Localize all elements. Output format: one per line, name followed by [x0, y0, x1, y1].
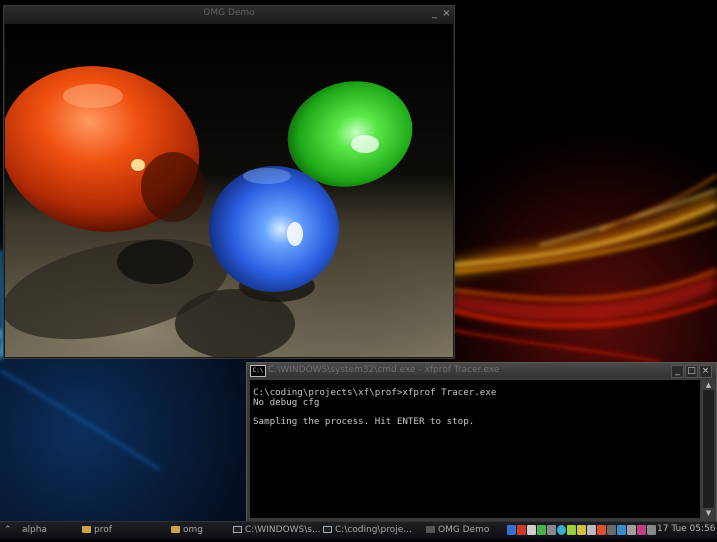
taskbar: ⌃ alpha prof omg C:\WINDOWS\s... C:\codi… — [0, 521, 717, 539]
tray-icon-15[interactable] — [647, 525, 656, 535]
task-omg-demo[interactable]: OMG Demo — [426, 524, 502, 537]
blue-sphere-highlight — [287, 222, 303, 246]
task-cmd-windows[interactable]: C:\WINDOWS\s... — [233, 524, 323, 537]
console-maximize-button[interactable]: □ — [685, 365, 698, 378]
tray-icon-6[interactable] — [557, 525, 566, 535]
task-cmd-coding[interactable]: C:\coding\proje... — [323, 524, 413, 537]
minimize-button[interactable]: _ — [429, 8, 440, 19]
blue-sphere-top-reflection — [243, 168, 291, 184]
taskbar-clock[interactable]: 17 Tue 05:56 — [657, 524, 715, 534]
console-scrollbar[interactable]: ▲ ▼ — [702, 380, 714, 518]
red-sphere-glint — [131, 159, 145, 171]
console-minimize-button[interactable]: _ — [671, 365, 684, 378]
console-line: C:\coding\projects\xf\prof>xfprof Tracer… — [253, 387, 497, 398]
tray-icon-11[interactable] — [607, 525, 616, 535]
task-alpha[interactable]: alpha — [22, 524, 74, 537]
tray-icon-2[interactable] — [517, 525, 526, 535]
task-label: C:\coding\proje... — [335, 525, 412, 535]
tray-icon-7[interactable] — [567, 525, 576, 535]
raytraced-render-canvas[interactable] — [5, 24, 453, 357]
console-window-icon[interactable]: C:\ — [250, 365, 266, 377]
console-icon — [323, 526, 332, 533]
tray-icon-8[interactable] — [577, 525, 586, 535]
scroll-down-arrow-icon[interactable]: ▼ — [703, 508, 714, 518]
task-label: OMG Demo — [438, 525, 490, 535]
omg-demo-window[interactable]: OMG Demo _ × — [3, 5, 455, 359]
red-sphere-highlight — [63, 84, 123, 108]
blue-sphere — [209, 166, 339, 292]
tray-icon-10[interactable] — [597, 525, 606, 535]
tray-icon-12[interactable] — [617, 525, 626, 535]
folder-icon — [171, 526, 180, 533]
console-line: No debug cfg — [253, 396, 320, 408]
task-label: C:\WINDOWS\s... — [245, 525, 321, 535]
console-close-button[interactable]: × — [699, 365, 712, 378]
task-label: prof — [94, 525, 112, 535]
task-label: alpha — [22, 525, 47, 535]
green-sphere-shadow — [117, 240, 193, 284]
task-omg[interactable]: omg — [171, 524, 226, 537]
task-label: omg — [183, 525, 203, 535]
tray-icon-1[interactable] — [507, 525, 516, 535]
close-button[interactable]: × — [441, 8, 452, 19]
tray-icon-9[interactable] — [587, 525, 596, 535]
tray-icon-13[interactable] — [627, 525, 636, 535]
green-sphere-highlight — [351, 135, 379, 153]
console-window-title: C:\WINDOWS\system32\cmd.exe - xfprof Tra… — [268, 365, 500, 375]
taskbar-menu-arrow-icon[interactable]: ⌃ — [4, 524, 14, 537]
red-sphere-dark-reflection — [141, 152, 205, 222]
console-titlebar[interactable]: C:\ C:\WINDOWS\system32\cmd.exe - xfprof… — [247, 363, 716, 378]
app-icon — [426, 526, 435, 533]
console-icon — [233, 526, 242, 533]
omg-window-titlebar[interactable]: OMG Demo _ × — [4, 6, 454, 23]
console-line: Sampling the process. Hit ENTER to stop. — [253, 415, 475, 427]
tray-icon-3[interactable] — [527, 525, 536, 535]
tray-icon-5[interactable] — [547, 525, 556, 535]
omg-window-title: OMG Demo — [203, 8, 255, 18]
task-prof[interactable]: prof — [82, 524, 160, 537]
console-output[interactable]: C:\coding\projects\xf\prof>xfprof Tracer… — [250, 380, 700, 518]
console-window[interactable]: C:\ C:\WINDOWS\system32\cmd.exe - xfprof… — [246, 362, 717, 522]
tray-icon-14[interactable] — [637, 525, 646, 535]
folder-icon — [82, 526, 91, 533]
tray-icon-4[interactable] — [537, 525, 546, 535]
scroll-up-arrow-icon[interactable]: ▲ — [703, 380, 714, 390]
